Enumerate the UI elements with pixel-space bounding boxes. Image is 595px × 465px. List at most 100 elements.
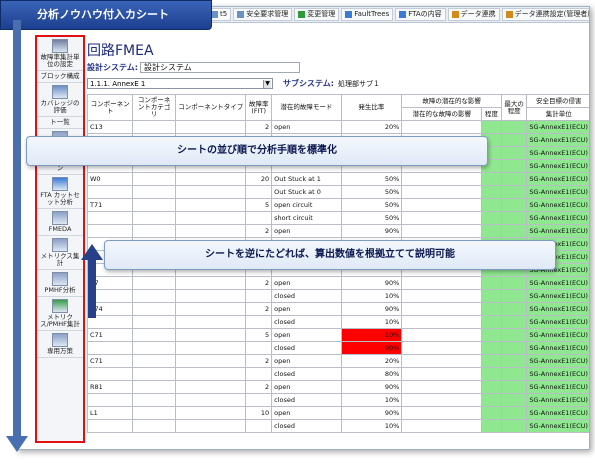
table-cell[interactable] <box>481 211 502 225</box>
table-cell[interactable]: Out Stuck at 0 <box>271 185 342 199</box>
table-cell[interactable]: 50% <box>340 172 403 186</box>
table-cell[interactable]: 20% <box>340 354 403 368</box>
tab-1[interactable]: 安全要求管理 <box>233 8 293 21</box>
table-cell[interactable] <box>175 354 247 368</box>
table-row[interactable]: T71 5 open circuit 50% SG-AnnexE1(ECU) <box>86 198 589 212</box>
table-cell[interactable]: SG-AnnexE1(ECU) <box>526 172 589 186</box>
table-cell[interactable] <box>132 224 177 238</box>
table-cell[interactable] <box>481 185 502 199</box>
table-cell[interactable] <box>175 380 247 394</box>
table-cell[interactable] <box>132 198 177 212</box>
table-cell[interactable] <box>175 406 247 420</box>
table-cell[interactable]: SG-AnnexE1(ECU) <box>526 159 589 173</box>
table-cell[interactable] <box>481 289 502 303</box>
table-cell[interactable] <box>401 289 483 303</box>
table-cell[interactable]: 20% <box>340 120 403 134</box>
table-row[interactable]: short circuit 50% SG-AnnexE1(ECU) <box>86 211 589 225</box>
header-category[interactable]: コンポーネントカテゴリ <box>132 94 177 121</box>
table-cell[interactable]: Out Stuck at 1 <box>271 172 342 186</box>
table-cell[interactable] <box>175 302 247 316</box>
table-cell[interactable]: open <box>271 354 342 368</box>
table-cell[interactable]: SG-AnnexE1(ECU) <box>526 302 589 316</box>
table-cell[interactable] <box>481 224 502 238</box>
table-cell[interactable] <box>175 341 247 355</box>
table-cell[interactable]: 5 <box>245 198 273 212</box>
table-cell[interactable] <box>500 328 528 342</box>
table-cell[interactable]: SG-AnnexE1(ECU) <box>526 224 589 238</box>
table-cell[interactable] <box>500 341 528 355</box>
table-cell[interactable] <box>245 211 273 225</box>
table-cell[interactable]: SG-AnnexE1(ECU) <box>526 354 589 368</box>
table-cell[interactable] <box>500 185 528 199</box>
table-cell[interactable] <box>175 419 247 433</box>
table-row[interactable]: C71 2 open 20% SG-AnnexE1(ECU) <box>86 354 589 368</box>
table-cell[interactable] <box>132 419 177 433</box>
table-cell[interactable]: L1 <box>86 406 134 420</box>
table-cell[interactable] <box>401 172 483 186</box>
table-cell[interactable] <box>132 393 177 407</box>
table-cell[interactable]: 10% <box>340 289 403 303</box>
table-cell[interactable] <box>132 406 177 420</box>
table-cell[interactable]: 2 <box>245 276 273 290</box>
table-cell[interactable] <box>132 120 177 134</box>
table-cell[interactable] <box>500 198 528 212</box>
tab-6[interactable]: データ連携設定(管理者用) <box>501 8 589 21</box>
table-cell[interactable]: 2 <box>245 120 273 134</box>
table-cell[interactable]: SG-AnnexE1(ECU) <box>526 406 589 420</box>
table-row[interactable]: R74 2 open 90% SG-AnnexE1(ECU) <box>86 302 589 316</box>
table-cell[interactable] <box>481 393 502 407</box>
table-cell[interactable]: SG-AnnexE1(ECU) <box>526 367 589 381</box>
table-cell[interactable]: 2 <box>245 224 273 238</box>
table-cell[interactable] <box>132 341 177 355</box>
table-cell[interactable]: SG-AnnexE1(ECU) <box>526 419 589 433</box>
table-cell[interactable] <box>500 120 528 134</box>
table-row[interactable]: C13 2 open 20% SG-AnnexE1(ECU) <box>86 120 589 134</box>
header-unit[interactable]: 集計単位 <box>526 107 589 121</box>
table-cell[interactable]: 10% <box>340 393 403 407</box>
table-cell[interactable] <box>132 172 177 186</box>
table-row[interactable]: W0 20 Out Stuck at 1 50% SG-AnnexE1(ECU) <box>86 172 589 186</box>
table-cell[interactable] <box>500 406 528 420</box>
sidebar-item-9[interactable]: PMHF分析 <box>37 270 83 297</box>
table-cell[interactable]: open <box>271 406 342 420</box>
table-row[interactable]: closed 10% SG-AnnexE1(ECU) <box>86 393 589 407</box>
table-cell[interactable] <box>500 133 528 147</box>
tab-5[interactable]: データ連携 <box>447 8 500 21</box>
table-cell[interactable] <box>401 419 483 433</box>
table-cell[interactable]: open <box>271 328 342 342</box>
table-cell[interactable] <box>132 302 177 316</box>
table-cell[interactable] <box>401 354 483 368</box>
table-cell[interactable]: closed <box>271 419 342 433</box>
table-cell[interactable]: 90% <box>340 224 403 238</box>
table-cell[interactable]: 90% <box>340 380 403 394</box>
table-cell[interactable]: SG-AnnexE1(ECU) <box>526 211 589 225</box>
table-row[interactable]: L1 10 open 90% SG-AnnexE1(ECU) <box>86 406 589 420</box>
table-cell[interactable] <box>481 354 502 368</box>
table-cell[interactable]: SG-AnnexE1(ECU) <box>526 133 589 147</box>
table-cell[interactable] <box>500 315 528 329</box>
system-field[interactable]: 設計システム <box>139 62 300 73</box>
table-cell[interactable] <box>245 185 273 199</box>
table-cell[interactable] <box>401 341 483 355</box>
header-effect[interactable]: 潜在的な故障の影響 <box>401 107 483 121</box>
table-cell[interactable]: 80% <box>340 367 403 381</box>
table-cell[interactable] <box>401 315 483 329</box>
table-cell[interactable] <box>481 120 502 134</box>
table-row[interactable]: closed80% SG-AnnexE1(ECU) <box>86 367 589 381</box>
table-cell[interactable] <box>86 211 134 225</box>
table-cell[interactable] <box>245 289 273 303</box>
sidebar-item-1[interactable]: ブロック構成 <box>37 71 83 83</box>
table-cell[interactable] <box>481 276 502 290</box>
table-cell[interactable]: 90% <box>340 302 403 316</box>
table-row[interactable]: closed 10% SG-AnnexE1(ECU) <box>86 419 589 433</box>
table-cell[interactable]: SG-AnnexE1(ECU) <box>526 289 589 303</box>
table-cell[interactable] <box>500 159 528 173</box>
table-cell[interactable]: closed <box>271 367 342 381</box>
table-cell[interactable]: closed <box>271 289 342 303</box>
table-cell[interactable] <box>245 419 273 433</box>
header-max-severity[interactable]: 最大の程度 <box>500 94 528 121</box>
table-cell[interactable] <box>481 380 502 394</box>
table-cell[interactable] <box>132 380 177 394</box>
sidebar-item-3[interactable]: ト一覧 <box>37 117 83 129</box>
sidebar-item-6[interactable]: FTA カットセット分析 <box>37 175 83 209</box>
